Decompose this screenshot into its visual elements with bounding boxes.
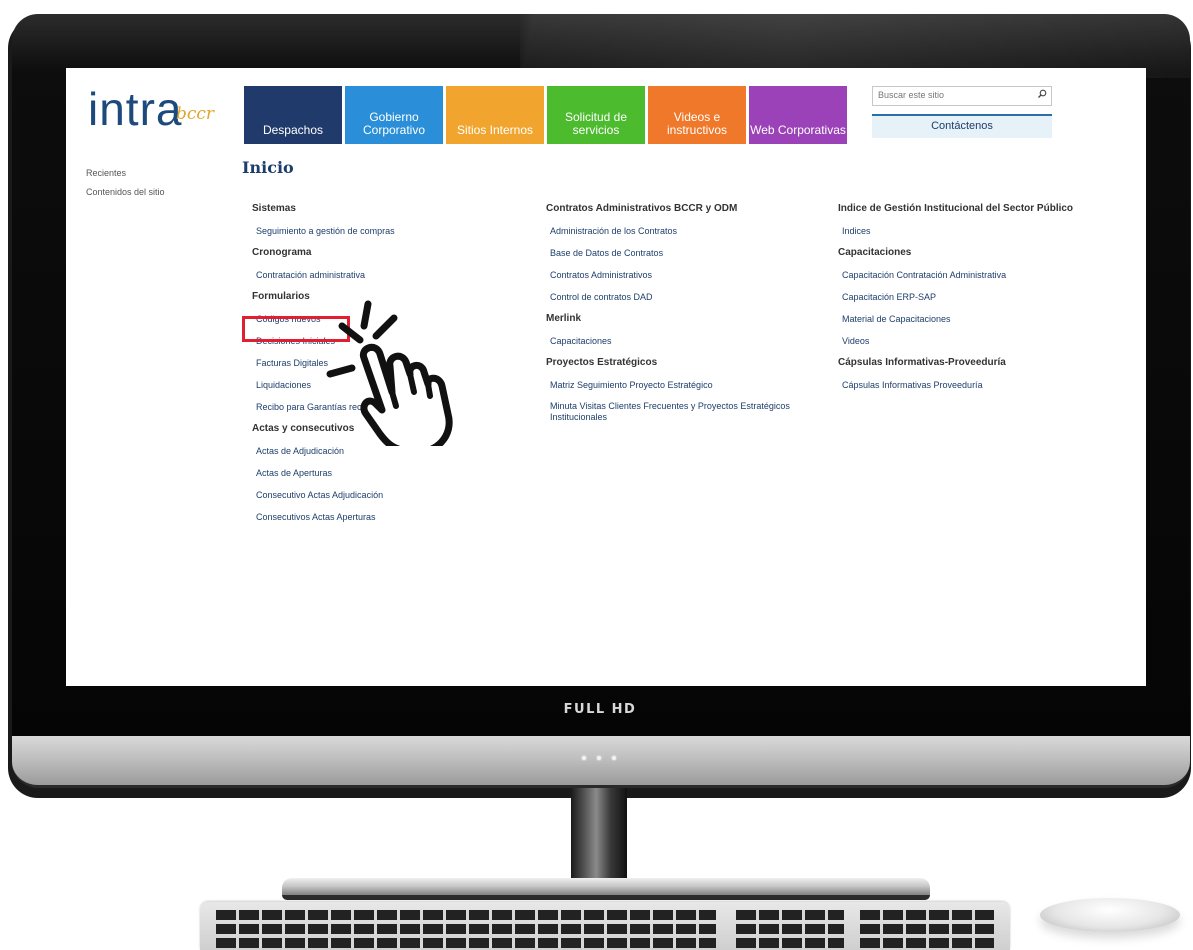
link-item[interactable]: Capacitaciones [546, 330, 820, 352]
nav-tile-5[interactable]: Web Corporativas [749, 86, 847, 144]
search-input[interactable]: Buscar este sitio [872, 86, 1052, 106]
keyboard-keys [736, 938, 844, 948]
column-3: Indice de Gestión Institucional del Sect… [838, 198, 1073, 396]
section-heading: Cronograma [252, 247, 312, 258]
link-item[interactable]: Control de contratos DAD [546, 286, 820, 308]
link-item[interactable]: Capacitación Contratación Administrativa [838, 264, 1073, 286]
left-nav-site-contents[interactable]: Contenidos del sitio [86, 183, 165, 202]
keyboard-keys [216, 910, 716, 920]
nav-tile-label: Sitios Internos [456, 123, 534, 137]
link-item[interactable]: Administración de los Contratos [546, 220, 820, 242]
left-nav-recent[interactable]: Recientes [86, 164, 165, 183]
link-item[interactable]: Contratación administrativa [252, 264, 432, 286]
screen: intra bccr Despachos Gobierno Corporativo… [66, 68, 1146, 686]
chin-dots [582, 756, 616, 760]
nav-tile-label: Solicitud de servicios [564, 110, 628, 137]
keyboard-keys [860, 910, 994, 920]
nav-tile-label: Gobierno Corporativo [362, 110, 426, 137]
link-item[interactable]: Indices [838, 220, 1073, 242]
nav-tile-label: Web Corporativas [750, 123, 846, 137]
link-item[interactable]: Minuta Visitas Clientes Frecuentes y Pro… [546, 396, 820, 429]
section-heading: Merlink [546, 313, 582, 324]
column-2: Contratos Administrativos BCCR y ODM Admi… [546, 198, 820, 429]
top-tiles: Despachos Gobierno Corporativo Sitios Inte… [244, 86, 847, 144]
link-item[interactable]: Consecutivos Actas Aperturas [252, 506, 432, 528]
logo[interactable]: intra [88, 84, 182, 134]
monitor-stand-base-edge [282, 895, 930, 900]
keyboard-keys [216, 938, 716, 948]
monitor-chin [12, 736, 1190, 788]
section-heading: Proyectos Estratégicos [546, 357, 658, 368]
keyboard-keys [216, 924, 716, 934]
link-item[interactable]: Capacitación ERP-SAP [838, 286, 1073, 308]
link-item[interactable]: Consecutivo Actas Adjudicación [252, 484, 432, 506]
hand-pointer-icon [326, 300, 453, 446]
section-heading: Indice de Gestión Institucional del Sect… [838, 203, 1074, 214]
section-heading: Sistemas [252, 203, 296, 214]
nav-tile-1[interactable]: Gobierno Corporativo [345, 86, 443, 144]
keyboard-keys [860, 924, 994, 934]
link-item[interactable]: Seguimiento a gestión de compras [252, 220, 432, 242]
full-hd-badge: FULL HD [563, 702, 637, 717]
link-item[interactable]: Material de Capacitaciones [838, 308, 1073, 330]
nav-tile-label: Videos e instructivos [666, 110, 728, 137]
search-icon[interactable] [1037, 89, 1047, 99]
keyboard-keys [736, 910, 844, 920]
nav-tile-0[interactable]: Despachos [244, 86, 342, 144]
link-item[interactable]: Matriz Seguimiento Proyecto Estratégico [546, 374, 820, 396]
nav-tile-3[interactable]: Solicitud de servicios [547, 86, 645, 144]
nav-tile-label: Despachos [262, 123, 324, 137]
page-title: Inicio [242, 158, 294, 177]
link-item[interactable]: Actas de Aperturas [252, 462, 432, 484]
mouse [1040, 898, 1180, 932]
keyboard-keys [860, 938, 994, 948]
link-item[interactable]: Base de Datos de Contratos [546, 242, 820, 264]
link-item[interactable]: Contratos Administrativos [546, 264, 820, 286]
nav-tile-4[interactable]: Videos e instructivos [648, 86, 746, 144]
section-heading: Cápsulas Informativas-Proveeduría [838, 357, 1006, 368]
link-item[interactable]: Cápsulas Informativas Proveeduría [838, 374, 1073, 396]
section-heading: Contratos Administrativos BCCR y ODM [546, 203, 738, 214]
logo-subtitle: bccr [176, 104, 215, 124]
monitor-stand-neck [571, 788, 627, 886]
contact-link[interactable]: Contáctenos [872, 114, 1052, 138]
nav-tile-2[interactable]: Sitios Internos [446, 86, 544, 144]
link-item[interactable]: Videos [838, 330, 1073, 352]
left-nav: Recientes Contenidos del sitio [86, 164, 165, 202]
section-heading: Capacitaciones [838, 247, 912, 258]
search-placeholder: Buscar este sitio [878, 90, 945, 100]
keyboard-keys [736, 924, 844, 934]
